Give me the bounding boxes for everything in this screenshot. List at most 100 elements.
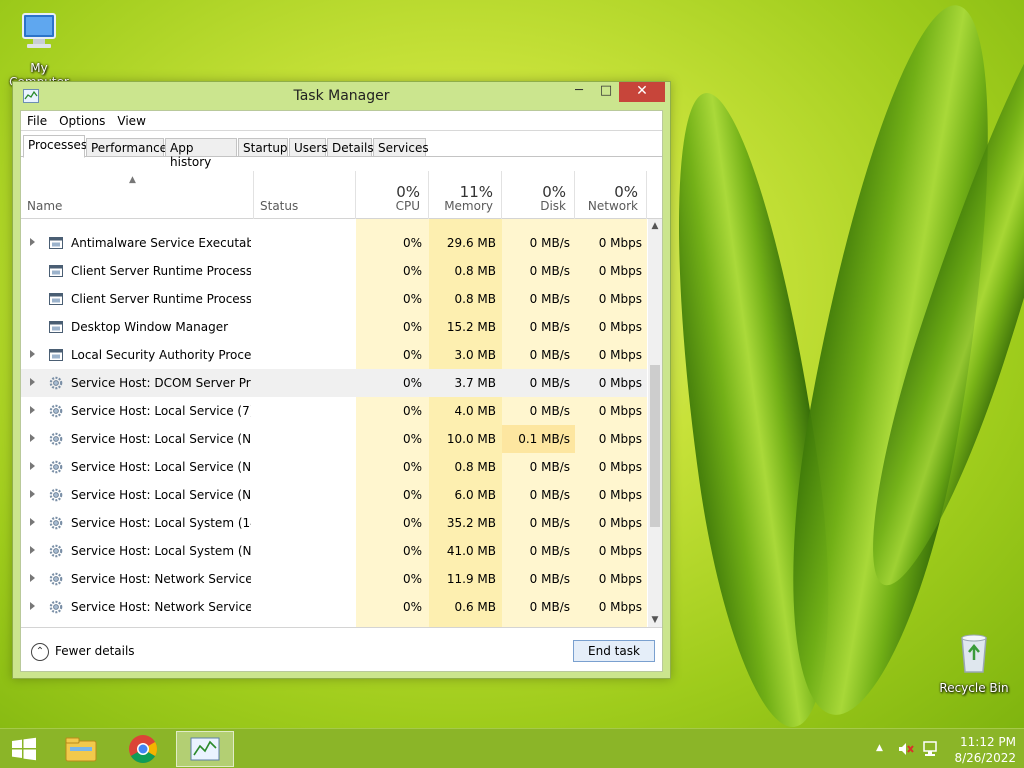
process-name: Client Server Runtime Process (71, 292, 251, 306)
process-name: Local Security Authority Process... (71, 348, 251, 362)
menu-view[interactable]: View (111, 111, 151, 128)
expand-chevron-icon[interactable] (30, 462, 35, 470)
end-task-button[interactable]: End task (573, 640, 655, 662)
taskbar-chrome[interactable] (120, 731, 166, 767)
clock-date: 8/26/2022 (954, 751, 1016, 765)
taskbar: ▲ 11:12 PM 8/26/2022 (0, 728, 1024, 768)
tab-performance[interactable]: Performance (86, 138, 167, 157)
process-row[interactable]: Service Host: Network Service (5) 0%11.9 … (21, 565, 647, 593)
task-manager-window: Task Manager ─ □ ✕ File Options View Proce… (12, 81, 671, 679)
expand-chevron-icon[interactable] (30, 546, 35, 554)
expand-chevron-icon[interactable] (30, 350, 35, 358)
process-name: Service Host: Local Service (7) (71, 404, 251, 418)
process-row[interactable]: Service Host: DCOM Server Proc... 0%3.7 M… (21, 369, 647, 397)
column-status[interactable]: Status (254, 171, 356, 219)
process-cpu: 0% (356, 593, 429, 621)
tab-processes[interactable]: Processes (23, 135, 87, 158)
process-row[interactable]: Service Host: Local System (14) 0% 35.2 MB… (21, 509, 647, 537)
process-row[interactable]: Service Host: Network Service (... 0%0.6 … (21, 593, 647, 621)
process-network: 0 Mbps (575, 509, 647, 537)
expand-chevron-icon[interactable] (30, 518, 35, 526)
process-network: 0 Mbps (575, 257, 647, 285)
process-network: 0 Mbps (575, 481, 647, 509)
process-row[interactable]: Service Host: Local Service (No ... 0%6.0… (21, 481, 647, 509)
process-network: 0 Mbps (575, 229, 647, 257)
column-disk[interactable]: 0% Disk (502, 171, 575, 219)
vertical-scrollbar[interactable]: ▲ ▼ (648, 219, 662, 627)
process-disk: 0 MB/s (502, 229, 575, 257)
process-cpu: 0% (356, 229, 429, 257)
expand-chevron-icon[interactable] (30, 490, 35, 498)
process-row[interactable]: Service Host: Local System (Net... 0%41.0… (21, 537, 647, 565)
tab-users[interactable]: Users (289, 138, 328, 157)
process-disk: 0 MB/s (502, 313, 575, 341)
process-network: 0 Mbps (575, 341, 647, 369)
expand-chevron-icon[interactable] (30, 574, 35, 582)
menu-file[interactable]: File (21, 111, 53, 128)
tab-app-history[interactable]: App history (165, 138, 237, 169)
window-client: File Options View Processes Performance Ap… (20, 110, 663, 672)
file-explorer-icon (65, 737, 97, 762)
taskbar-task-manager[interactable] (176, 731, 234, 767)
volume-muted-icon[interactable] (897, 740, 915, 758)
process-memory: 35.2 MB (429, 509, 502, 537)
process-network: 0 Mbps (575, 285, 647, 313)
window-icon (49, 237, 63, 249)
expand-chevron-icon[interactable] (30, 378, 35, 386)
close-button[interactable]: ✕ (619, 82, 665, 102)
scroll-up-icon[interactable]: ▲ (648, 219, 662, 233)
expand-chevron-icon[interactable] (30, 406, 35, 414)
menu-bar: File Options View (21, 111, 662, 131)
process-name: Service Host: Local Service (No ... (71, 488, 251, 502)
process-cpu: 0% (356, 509, 429, 537)
gear-icon (49, 488, 63, 502)
taskbar-file-explorer[interactable] (58, 731, 104, 767)
column-network-label: Network (587, 199, 638, 213)
process-name: Service Host: Local Service (Net... (71, 432, 251, 446)
gear-icon (49, 376, 63, 390)
column-header: ▲ Name Status 0% CPU 11% Memory 0% Disk (21, 171, 662, 219)
expand-chevron-icon[interactable] (30, 238, 35, 246)
process-memory: 29.6 MB (429, 229, 502, 257)
tab-services[interactable]: Services (373, 138, 429, 157)
clock-time: 11:12 PM (960, 735, 1016, 749)
expand-chevron-icon[interactable] (30, 434, 35, 442)
expand-chevron-icon[interactable] (30, 602, 35, 610)
window-icon (49, 293, 63, 305)
start-button[interactable] (6, 731, 42, 767)
column-cpu[interactable]: 0% CPU (356, 171, 429, 219)
tab-details[interactable]: Details (327, 138, 374, 157)
process-network: 0 Mbps (575, 425, 647, 453)
process-row[interactable]: Local Security Authority Process... 0%3.0… (21, 341, 647, 369)
column-name[interactable]: ▲ Name (21, 171, 254, 219)
process-row[interactable]: Service Host: Local Service (Net... 0%10.… (21, 425, 647, 453)
process-name: Service Host: Local System (Net... (71, 544, 251, 558)
process-row[interactable]: Client Server Runtime Process 0% 0.8 MB 0 M… (21, 257, 647, 285)
minimize-button[interactable]: ─ (566, 82, 592, 102)
process-row[interactable]: Antimalware Service Executable 0% 29.6 MB 0… (21, 229, 647, 257)
network-icon[interactable] (921, 740, 939, 758)
tab-startup[interactable]: Startup (238, 138, 288, 157)
process-name: Client Server Runtime Process (71, 264, 251, 278)
footer: ⌃ Fewer details End task (21, 627, 662, 671)
process-memory: 3.0 MB (429, 341, 502, 369)
menu-options[interactable]: Options (53, 111, 111, 128)
process-row[interactable]: Service Host: Local Service (No I... 0%0.… (21, 453, 647, 481)
title-bar[interactable]: Task Manager ─ □ ✕ (13, 82, 670, 110)
chevron-up-icon: ⌃ (31, 642, 49, 661)
process-row[interactable]: Client Server Runtime Process 0% 0.8 MB 0 M… (21, 285, 647, 313)
fewer-details-button[interactable]: ⌃ Fewer details (31, 641, 135, 661)
scroll-down-icon[interactable]: ▼ (648, 613, 662, 627)
desktop-icon-recycle-bin[interactable]: Recycle Bin (934, 630, 1014, 695)
column-memory[interactable]: 11% Memory (429, 171, 502, 219)
scroll-thumb[interactable] (650, 365, 660, 527)
maximize-button[interactable]: □ (593, 82, 619, 102)
system-clock[interactable]: 11:12 PM 8/26/2022 (946, 734, 1016, 766)
process-row[interactable]: Service Host: Local Service (7) 0% 4.0 MB 0… (21, 397, 647, 425)
desktop-icon-my-computer[interactable]: My Computer (0, 10, 79, 89)
process-cpu: 0% (356, 285, 429, 313)
column-network[interactable]: 0% Network (575, 171, 647, 219)
window-icon (49, 265, 63, 277)
process-row[interactable]: Desktop Window Manager 0% 15.2 MB 0 MB/s 0 M… (21, 313, 647, 341)
tray-overflow-icon[interactable]: ▲ (876, 743, 883, 768)
